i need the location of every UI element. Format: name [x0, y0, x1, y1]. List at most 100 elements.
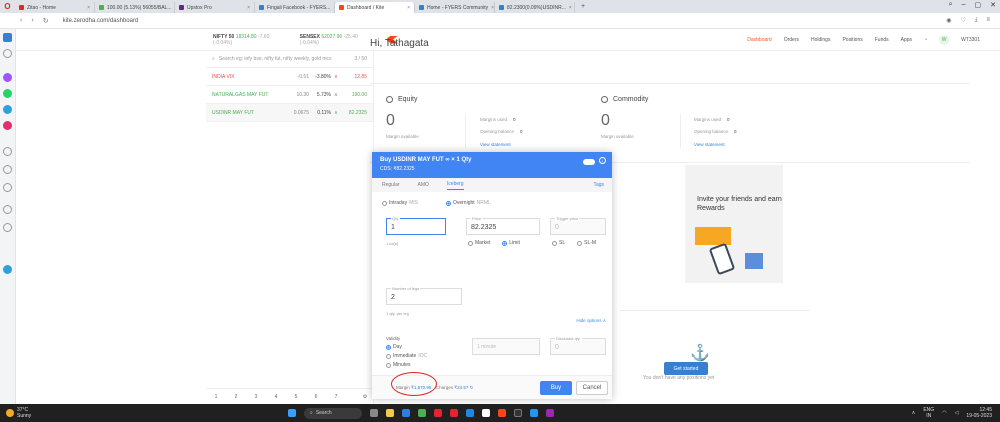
browser-tab[interactable]: Fingali Facebook - FYERS...×: [255, 2, 335, 13]
vpn-icon[interactable]: [3, 265, 12, 274]
star-icon[interactable]: [3, 49, 12, 58]
edge-icon[interactable]: [402, 409, 410, 417]
opera-logo-icon[interactable]: O: [0, 0, 15, 13]
messenger-icon[interactable]: [3, 73, 12, 82]
clock[interactable]: 12:45 19-05-2023: [966, 407, 992, 419]
page-2[interactable]: 2: [226, 394, 246, 400]
language-indicator[interactable]: ENG IN: [923, 407, 934, 419]
browser-tab[interactable]: 82.2300(0.09%)USDINR... ×: [495, 2, 575, 13]
equity-view-statement-link[interactable]: View statement: [480, 142, 511, 147]
search-tabs-icon[interactable]: ⌕: [949, 1, 953, 9]
info-icon[interactable]: i: [599, 157, 606, 164]
settings-gear-icon[interactable]: [3, 223, 12, 232]
browser-tab[interactable]: Home - FYERS Community ×: [415, 2, 495, 13]
start-icon[interactable]: [288, 409, 296, 417]
volume-icon[interactable]: ◁: [955, 410, 959, 416]
close-window-button[interactable]: ✕: [990, 1, 996, 9]
history-icon[interactable]: [3, 205, 12, 214]
wifi-icon[interactable]: ◠: [942, 410, 946, 416]
qty-field[interactable]: Qty. 1: [386, 216, 446, 235]
bell-icon[interactable]: ◔: [924, 37, 927, 43]
close-tab-icon[interactable]: ×: [247, 5, 250, 11]
bookmark-icon[interactable]: ♡: [960, 17, 965, 24]
disclosed-qty-field[interactable]: Disclosed qty. 0: [550, 336, 606, 355]
app-icon[interactable]: [498, 409, 506, 417]
close-tab-icon[interactable]: ×: [87, 5, 90, 11]
tab-amo[interactable]: AMO: [418, 182, 429, 188]
file-explorer-icon[interactable]: [386, 409, 394, 417]
page-6[interactable]: 6: [306, 394, 326, 400]
hide-options-link[interactable]: Hide options ∧: [576, 318, 606, 324]
maximize-button[interactable]: ▢: [975, 1, 982, 9]
order-type-market-radio[interactable]: Market: [468, 240, 490, 246]
app-icon[interactable]: [450, 409, 458, 417]
settings-icon[interactable]: ≡: [986, 17, 990, 24]
url-field[interactable]: kite.zerodha.com/dashboard: [63, 18, 139, 24]
tab-iceberg[interactable]: Iceberg: [446, 181, 464, 190]
reload-icon[interactable]: ↻: [43, 17, 49, 25]
tab-regular[interactable]: Regular: [382, 182, 400, 188]
validity-minutes-radio[interactable]: Minutes: [386, 362, 427, 368]
app-icon[interactable]: [466, 409, 474, 417]
news-icon[interactable]: [3, 183, 12, 192]
tray-chevron-icon[interactable]: ∧: [912, 410, 916, 416]
nav-dashboard[interactable]: Dashboard: [747, 37, 771, 43]
legs-field[interactable]: Number of legs 2: [386, 286, 462, 305]
order-type-limit-radio[interactable]: Limit: [502, 240, 520, 246]
watchlist-row[interactable]: USDINR MAY FUT 0.0675 0.11% ∧ 82.2325: [206, 104, 373, 122]
download-icon[interactable]: ⤓: [975, 17, 978, 24]
order-header[interactable]: Buy USDINR MAY FUT ∞ × 1 Qty CDS: ₹82.23…: [372, 152, 612, 178]
product-overnight-radio[interactable]: Overnight NRML: [445, 200, 491, 206]
app-icon[interactable]: [530, 409, 538, 417]
close-tab-icon[interactable]: ×: [491, 5, 494, 11]
page-5[interactable]: 5: [286, 394, 306, 400]
validity-day-radio[interactable]: Day: [386, 344, 427, 350]
nav-holdings[interactable]: Holdings: [811, 37, 830, 43]
charges-info[interactable]: Charges ₹24.57 ↻: [436, 385, 473, 391]
watchlist-row[interactable]: INDIA VIX -0.51 -3.80% ∨ 12.85: [206, 68, 373, 86]
buy-sell-toggle[interactable]: [583, 159, 595, 165]
instagram-icon[interactable]: [3, 121, 12, 130]
watchlist-row[interactable]: NATURALGAS MAY FUT 10.30 5.73% ∧ 190.00: [206, 86, 373, 104]
chrome-icon[interactable]: [418, 409, 426, 417]
order-type-sl-radio[interactable]: SL: [552, 240, 565, 246]
order-type-slm-radio[interactable]: SL-M: [577, 240, 596, 246]
price-field[interactable]: Price 82.2325: [466, 216, 540, 235]
opera-icon[interactable]: [434, 409, 442, 417]
app-icon[interactable]: [546, 409, 554, 417]
commodity-view-statement-link[interactable]: View statement: [694, 142, 725, 147]
minutes-select[interactable]: 1 minute: [472, 338, 540, 355]
browser-tab[interactable]: Upstox Pro ×: [175, 2, 255, 13]
nav-funds[interactable]: Funds: [875, 37, 889, 43]
page-7[interactable]: 7: [326, 394, 346, 400]
page-3[interactable]: 3: [246, 394, 266, 400]
buy-button[interactable]: Buy: [540, 381, 572, 395]
validity-immediate-radio[interactable]: Immediate IOC: [386, 353, 427, 359]
browser-tab[interactable]: Zitao - Home ×: [15, 2, 95, 13]
search-input[interactable]: Search eg: infy bse, nifty fut, nifty we…: [219, 56, 332, 62]
taskbar-search[interactable]: ⌕ Search: [304, 407, 362, 419]
product-intraday-radio[interactable]: Intraday MIS: [382, 200, 418, 206]
app-icon[interactable]: [482, 409, 490, 417]
browser-tab[interactable]: Dashboard / Kite ×: [335, 2, 415, 13]
page-1[interactable]: 1: [206, 394, 226, 400]
tags-button[interactable]: Tags: [593, 182, 604, 188]
cancel-button[interactable]: Cancel: [576, 381, 608, 395]
task-view-icon[interactable]: [370, 409, 378, 417]
weather-widget[interactable]: 37°C Sunny: [0, 407, 31, 419]
back-icon[interactable]: ‹: [20, 17, 22, 25]
app-icon[interactable]: [514, 409, 522, 417]
player-icon[interactable]: [3, 147, 12, 156]
trigger-price-field[interactable]: Trigger price 0: [550, 216, 606, 235]
telegram-icon[interactable]: [3, 105, 12, 114]
avatar[interactable]: W: [939, 34, 950, 45]
camera-icon[interactable]: ◉: [946, 17, 951, 24]
watchlist-search[interactable]: ⌕ Search eg: infy bse, nifty fut, nifty …: [206, 51, 373, 68]
new-tab-button[interactable]: +: [575, 3, 591, 10]
nav-positions[interactable]: Positions: [842, 37, 862, 43]
user-id[interactable]: WT3301: [961, 37, 980, 43]
home-icon[interactable]: [3, 33, 12, 42]
index-nifty[interactable]: NIFTY 50 18314.80 -7.60 (-0.04%): [213, 34, 286, 46]
page-4[interactable]: 4: [266, 394, 286, 400]
index-sensex[interactable]: SENSEX 62027.96 -25.40 (-0.04%): [300, 34, 374, 46]
